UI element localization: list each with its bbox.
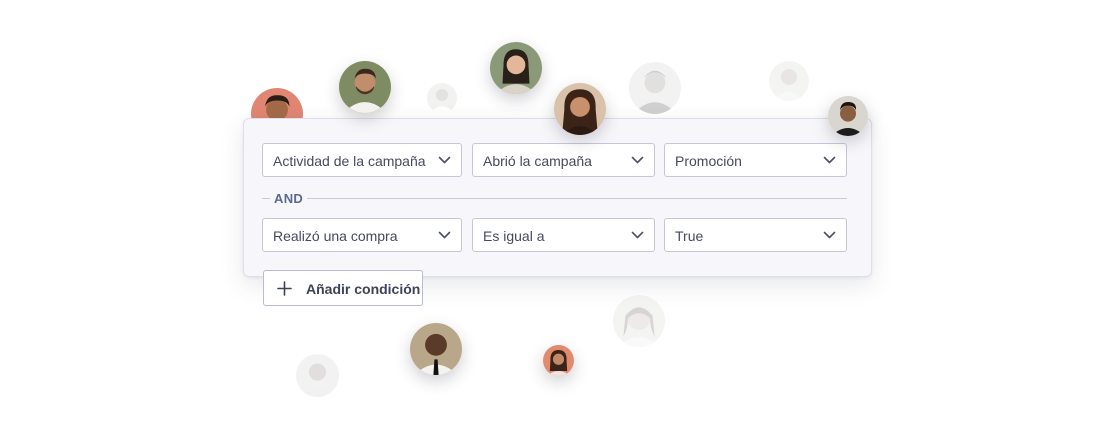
chevron-down-icon xyxy=(823,231,836,239)
avatar xyxy=(490,42,542,94)
field-select[interactable]: Realizó una compra xyxy=(262,218,462,252)
field-select-value: Actividad de la campaña xyxy=(273,153,426,169)
avatar xyxy=(296,354,339,397)
field-select-value: Realizó una compra xyxy=(273,228,398,244)
add-condition-button[interactable]: Añadir condición xyxy=(263,270,423,306)
avatar xyxy=(554,83,606,135)
operator-select[interactable]: Es igual a xyxy=(472,218,655,252)
chevron-down-icon xyxy=(438,156,451,164)
add-condition-label: Añadir condición xyxy=(306,281,421,297)
chevron-down-icon xyxy=(438,231,451,239)
chevron-down-icon xyxy=(823,156,836,164)
avatar xyxy=(339,61,391,113)
field-select[interactable]: Actividad de la campaña xyxy=(262,143,462,177)
chevron-down-icon xyxy=(631,231,644,239)
avatar xyxy=(828,96,868,136)
and-divider: AND xyxy=(262,191,847,207)
operator-select-value: Abrió la campaña xyxy=(483,153,592,169)
operator-select[interactable]: Abrió la campaña xyxy=(472,143,655,177)
value-select-value: True xyxy=(675,228,704,244)
avatar xyxy=(543,345,574,376)
divider-line xyxy=(262,198,847,199)
avatar xyxy=(427,83,457,113)
avatar xyxy=(769,61,809,101)
operator-select-value: Es igual a xyxy=(483,228,545,244)
value-select[interactable]: True xyxy=(664,218,847,252)
value-select[interactable]: Promoción xyxy=(664,143,847,177)
value-select-value: Promoción xyxy=(675,153,742,169)
avatar xyxy=(410,323,462,375)
chevron-down-icon xyxy=(631,156,644,164)
plus-icon xyxy=(277,281,292,296)
avatar xyxy=(613,295,665,347)
condition-panel: Actividad de la campaña Abrió la campaña… xyxy=(243,118,872,277)
connector-label: AND xyxy=(270,191,308,206)
avatar xyxy=(629,62,681,114)
segment-builder-illustration: Actividad de la campaña Abrió la campaña… xyxy=(0,0,1114,425)
